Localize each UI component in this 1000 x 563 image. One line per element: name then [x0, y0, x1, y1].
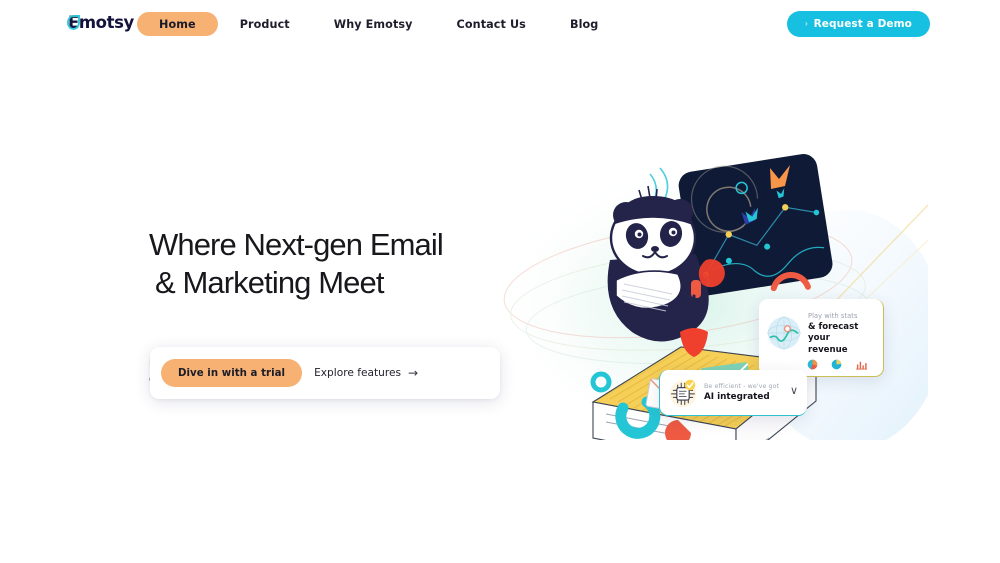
- hero-cta-card: Dive in with a trial Explore features →: [150, 347, 500, 399]
- stats-mini-icons: [807, 359, 868, 370]
- bar-chart-icon[interactable]: [855, 359, 868, 370]
- stats-float-card[interactable]: Play with stats & forecast your revenue: [759, 299, 884, 377]
- nav-item-blog[interactable]: Blog: [548, 12, 620, 36]
- stats-title-line-2: revenue: [808, 344, 848, 355]
- nav-item-product[interactable]: Product: [218, 12, 312, 36]
- pie-chart-orange-icon[interactable]: [807, 359, 818, 370]
- dive-in-trial-label: Dive in with a trial: [178, 367, 286, 379]
- request-demo-button[interactable]: › Request a Demo: [786, 11, 930, 37]
- stats-card-text: Play with stats & forecast your revenue: [808, 308, 875, 356]
- headline-line-2: & Marketing Meet: [155, 265, 384, 300]
- ai-card-text: Be efficient - we've got AI integrated: [704, 383, 790, 403]
- nav-item-label: Blog: [569, 17, 599, 31]
- hero-content: Where Next-gen Email & Marketing Meet In…: [149, 198, 519, 399]
- ai-float-card[interactable]: Be efficient - we've got AI integrated ∨: [659, 370, 807, 416]
- brand-logo[interactable]: Emotsy: [66, 13, 134, 32]
- globe-trend-icon: [767, 316, 801, 350]
- stats-title-line-1: & forecast your: [808, 322, 859, 344]
- arrow-right-icon: →: [407, 366, 419, 380]
- nav-item-contact-us[interactable]: Contact Us: [435, 12, 548, 36]
- chevron-right-icon: ›: [804, 19, 808, 28]
- logo-initial: E: [66, 13, 80, 32]
- dive-in-trial-button[interactable]: Dive in with a trial: [161, 359, 303, 387]
- headline-line-1: Where Next-gen Email: [149, 227, 444, 262]
- ai-card-eyebrow: Be efficient - we've got: [704, 382, 780, 390]
- stats-card-title: & forecast your revenue: [808, 322, 875, 356]
- logo-wordmark: motsy: [78, 13, 134, 32]
- ai-chip-check-icon: [669, 379, 697, 407]
- request-demo-label: Request a Demo: [813, 18, 912, 30]
- top-navigation-bar: Emotsy Home Product Why Emotsy Contact U…: [0, 0, 1000, 48]
- page-title: Where Next-gen Email & Marketing Meet: [149, 198, 519, 329]
- landing-page: Emotsy Home Product Why Emotsy Contact U…: [0, 0, 1000, 563]
- stats-card-eyebrow: Play with stats: [808, 312, 858, 320]
- chevron-down-icon[interactable]: ∨: [790, 386, 798, 399]
- nav-item-label: Product: [239, 17, 290, 31]
- ai-card-title: AI integrated: [704, 392, 770, 403]
- nav-links: Home Product Why Emotsy Contact Us Blog: [137, 12, 620, 36]
- explore-features-label: Explore features: [314, 367, 401, 379]
- nav-item-why-emotsy[interactable]: Why Emotsy: [312, 12, 435, 36]
- nav-item-label: Home: [159, 17, 196, 31]
- pie-chart-teal-icon[interactable]: [831, 359, 842, 370]
- explore-features-link[interactable]: Explore features →: [314, 367, 418, 379]
- nav-item-label: Contact Us: [456, 17, 526, 31]
- nav-item-home[interactable]: Home: [137, 12, 218, 36]
- nav-item-label: Why Emotsy: [333, 17, 413, 31]
